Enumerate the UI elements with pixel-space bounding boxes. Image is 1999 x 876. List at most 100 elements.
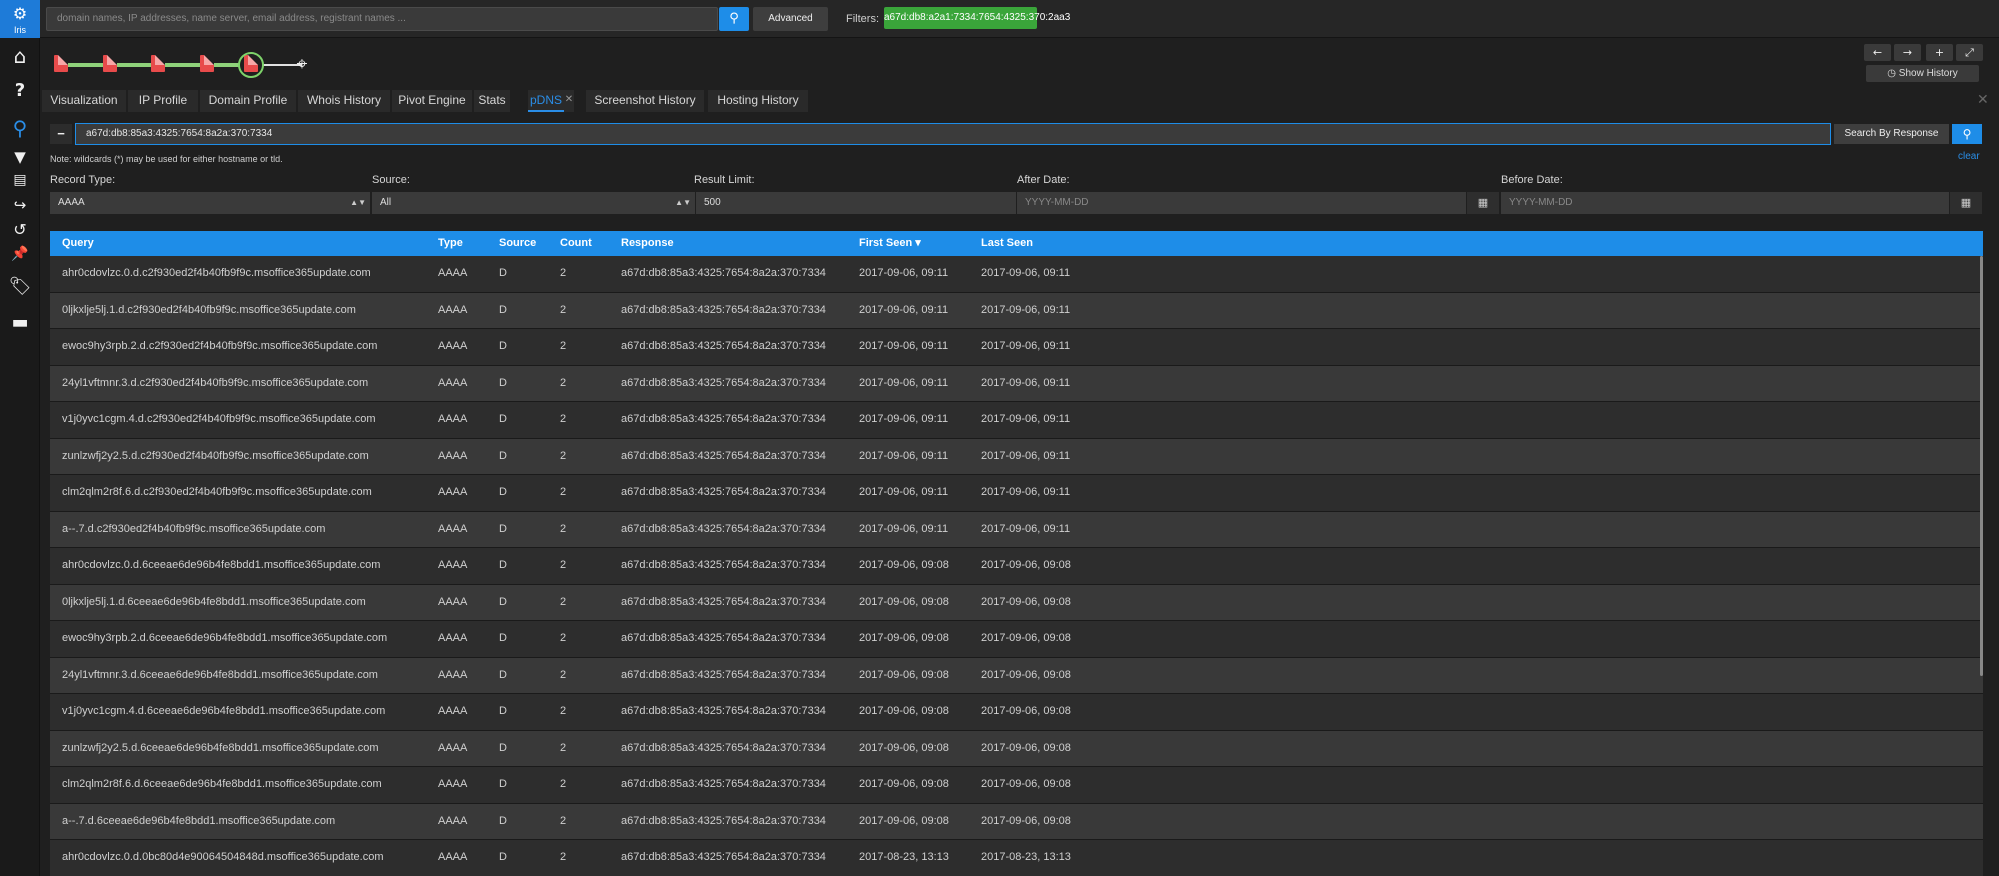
search-icon[interactable]: ⚲	[0, 116, 40, 140]
home-icon[interactable]: ⌂	[0, 44, 40, 68]
collapse-button[interactable]: −	[50, 124, 72, 144]
cell-query[interactable]: ahr0cdovlzc.0.d.0bc80d4e90064504848d.mso…	[62, 840, 383, 874]
table-row[interactable]: zunlzwfj2y2.5.d.c2f930ed2f4b40fb9f9c.mso…	[50, 438, 1983, 475]
cell-query[interactable]: v1j0yvc1cgm.4.d.6ceeae6de96b4fe8bdd1.mso…	[62, 694, 385, 728]
tab-whois-history[interactable]: Whois History	[298, 90, 390, 112]
cell-query[interactable]: ahr0cdovlzc.0.d.6ceeae6de96b4fe8bdd1.mso…	[62, 548, 380, 582]
result-limit-input[interactable]: 500	[696, 192, 1016, 214]
calendar-icon[interactable]: ▦	[1467, 192, 1499, 214]
cell-source: D	[499, 303, 507, 316]
pin-icon[interactable]: 📌	[0, 246, 40, 262]
cell-query[interactable]: zunlzwfj2y2.5.d.c2f930ed2f4b40fb9f9c.mso…	[62, 439, 369, 473]
share-icon[interactable]: ↪	[0, 196, 40, 214]
filter-chip[interactable]: a67d:db8:a2a1:7334:7654:4325:370:2aa3	[884, 7, 1070, 29]
cell-query[interactable]: 0ljkxlje5lj.1.d.6ceeae6de96b4fe8bdd1.mso…	[62, 585, 366, 619]
forward-arrow-icon[interactable]: →	[1894, 44, 1921, 61]
close-panel-icon[interactable]: ✕	[1977, 92, 1989, 108]
table-row[interactable]: ahr0cdovlzc.0.d.6ceeae6de96b4fe8bdd1.mso…	[50, 548, 1983, 585]
cell-query[interactable]: ahr0cdovlzc.0.d.c2f930ed2f4b40fb9f9c.mso…	[62, 256, 371, 290]
iris-logo[interactable]: ⚙ Iris	[0, 0, 40, 38]
tab-ip-profile[interactable]: IP Profile	[128, 90, 198, 112]
help-icon[interactable]: ?	[0, 80, 40, 101]
search-by-response-button[interactable]: Search By Response	[1834, 124, 1949, 144]
tab-screenshot-history[interactable]: Screenshot History	[586, 90, 704, 112]
column-header-last-seen[interactable]: Last Seen	[981, 231, 1033, 256]
tab-stats[interactable]: Stats	[474, 90, 510, 112]
cell-type: AAAA	[438, 413, 468, 425]
table-row[interactable]: a--.7.d.6ceeae6de96b4fe8bdd1.msoffice365…	[50, 803, 1983, 840]
plus-icon[interactable]: +	[1926, 44, 1953, 61]
table-row[interactable]: ewoc9hy3rpb.2.d.6ceeae6de96b4fe8bdd1.mso…	[50, 621, 1983, 658]
table-row[interactable]: clm2qlm2r8f.6.d.c2f930ed2f4b40fb9f9c.mso…	[50, 475, 1983, 512]
note-icon[interactable]: ▤	[0, 172, 40, 188]
calendar-icon[interactable]: ▦	[1950, 192, 1982, 214]
tab-pdns[interactable]: pDNS	[528, 90, 564, 112]
cell-count: 2	[560, 303, 567, 316]
cell-query[interactable]: ewoc9hy3rpb.2.d.6ceeae6de96b4fe8bdd1.mso…	[62, 621, 387, 655]
expand-icon[interactable]: ⤢	[1956, 44, 1983, 61]
record-type-select[interactable]: AAAA ▲▼	[50, 192, 370, 214]
back-arrow-icon[interactable]: ←	[1864, 44, 1891, 61]
cell-type: AAAA	[438, 267, 468, 279]
tab-pivot-engine[interactable]: Pivot Engine	[392, 90, 472, 112]
table-row[interactable]: 0ljkxlje5lj.1.d.6ceeae6de96b4fe8bdd1.mso…	[50, 584, 1983, 621]
crosshair-icon[interactable]: ⌖	[291, 53, 313, 75]
table-row[interactable]: a--.7.d.c2f930ed2f4b40fb9f9c.msoffice365…	[50, 511, 1983, 548]
timeline-document-icon[interactable]	[200, 55, 214, 72]
column-header-source[interactable]: Source	[499, 231, 536, 256]
table-row[interactable]: clm2qlm2r8f.6.d.6ceeae6de96b4fe8bdd1.mso…	[50, 767, 1983, 804]
pdns-query-input[interactable]: a67d:db8:85a3:4325:7654:8a2a:370:7334	[75, 123, 1831, 145]
cell-query[interactable]: 24yl1vftmnr.3.d.6ceeae6de96b4fe8bdd1.mso…	[62, 658, 378, 692]
cell-query[interactable]: 0ljkxlje5lj.1.d.c2f930ed2f4b40fb9f9c.mso…	[62, 293, 356, 327]
history-icon[interactable]: ↺	[0, 220, 40, 239]
source-select[interactable]: All ▲▼	[372, 192, 695, 214]
table-row[interactable]: v1j0yvc1cgm.4.d.6ceeae6de96b4fe8bdd1.mso…	[50, 694, 1983, 731]
column-header-first-seen[interactable]: First Seen ▾	[859, 231, 921, 256]
cell-query[interactable]: a--.7.d.6ceeae6de96b4fe8bdd1.msoffice365…	[62, 804, 335, 838]
after-date-input[interactable]: YYYY-MM-DD	[1017, 192, 1466, 214]
tab-pdns-close-icon[interactable]: ✕	[564, 90, 574, 112]
pivot-timeline: ⌖	[40, 39, 1999, 78]
global-search-input[interactable]: domain names, IP addresses, name server,…	[46, 7, 718, 31]
folder-icon[interactable]: ▬	[0, 312, 40, 333]
table-row[interactable]: ewoc9hy3rpb.2.d.c2f930ed2f4b40fb9f9c.mso…	[50, 329, 1983, 366]
timeline-document-icon[interactable]	[151, 55, 165, 72]
cell-query[interactable]: 24yl1vftmnr.3.d.c2f930ed2f4b40fb9f9c.mso…	[62, 366, 368, 400]
before-date-input[interactable]: YYYY-MM-DD	[1501, 192, 1949, 214]
column-header-type[interactable]: Type	[438, 231, 463, 256]
table-row[interactable]: zunlzwfj2y2.5.d.6ceeae6de96b4fe8bdd1.mso…	[50, 730, 1983, 767]
select-arrows-icon: ▲▼	[675, 198, 691, 207]
column-header-query[interactable]: Query	[62, 231, 94, 256]
tab-visualization[interactable]: Visualization	[42, 90, 126, 112]
cell-query[interactable]: ewoc9hy3rpb.2.d.c2f930ed2f4b40fb9f9c.mso…	[62, 329, 377, 363]
table-row[interactable]: ahr0cdovlzc.0.d.0bc80d4e90064504848d.mso…	[50, 840, 1983, 876]
tab-hosting-history[interactable]: Hosting History	[708, 90, 808, 112]
filter-icon[interactable]: ▼	[0, 148, 40, 166]
tags-icon[interactable]: 🏷	[0, 276, 40, 297]
table-row[interactable]: ahr0cdovlzc.0.d.c2f930ed2f4b40fb9f9c.mso…	[50, 256, 1983, 293]
table-row[interactable]: 24yl1vftmnr.3.d.6ceeae6de96b4fe8bdd1.mso…	[50, 657, 1983, 694]
cell-query[interactable]: v1j0yvc1cgm.4.d.c2f930ed2f4b40fb9f9c.mso…	[62, 402, 376, 436]
table-row[interactable]: v1j0yvc1cgm.4.d.c2f930ed2f4b40fb9f9c.mso…	[50, 402, 1983, 439]
cell-query[interactable]: a--.7.d.c2f930ed2f4b40fb9f9c.msoffice365…	[62, 512, 325, 546]
table-row[interactable]: 0ljkxlje5lj.1.d.c2f930ed2f4b40fb9f9c.mso…	[50, 292, 1983, 329]
table-scrollbar[interactable]	[1980, 256, 1983, 676]
cell-source: D	[499, 741, 507, 754]
tab-domain-profile[interactable]: Domain Profile	[200, 90, 296, 112]
timeline-document-icon[interactable]	[54, 55, 68, 72]
cell-query[interactable]: clm2qlm2r8f.6.d.6ceeae6de96b4fe8bdd1.mso…	[62, 767, 382, 801]
cell-query[interactable]: zunlzwfj2y2.5.d.6ceeae6de96b4fe8bdd1.mso…	[62, 731, 379, 765]
cell-query[interactable]: clm2qlm2r8f.6.d.c2f930ed2f4b40fb9f9c.mso…	[62, 475, 372, 509]
table-row[interactable]: 24yl1vftmnr.3.d.c2f930ed2f4b40fb9f9c.mso…	[50, 365, 1983, 402]
pdns-search-button[interactable]: ⚲	[1952, 124, 1982, 144]
clear-link[interactable]: clear	[1958, 151, 1980, 162]
column-header-response[interactable]: Response	[621, 231, 674, 256]
cell-first-seen: 2017-09-06, 09:08	[859, 632, 949, 644]
global-search-button[interactable]: ⚲	[719, 7, 749, 31]
advanced-button[interactable]: Advanced	[753, 7, 828, 31]
show-history-button[interactable]: ◷ Show History	[1866, 65, 1979, 82]
timeline-document-icon[interactable]	[103, 55, 117, 72]
cell-count: 2	[560, 486, 567, 498]
cell-last-seen: 2017-09-06, 09:11	[981, 449, 1071, 462]
column-header-count[interactable]: Count	[560, 231, 592, 256]
